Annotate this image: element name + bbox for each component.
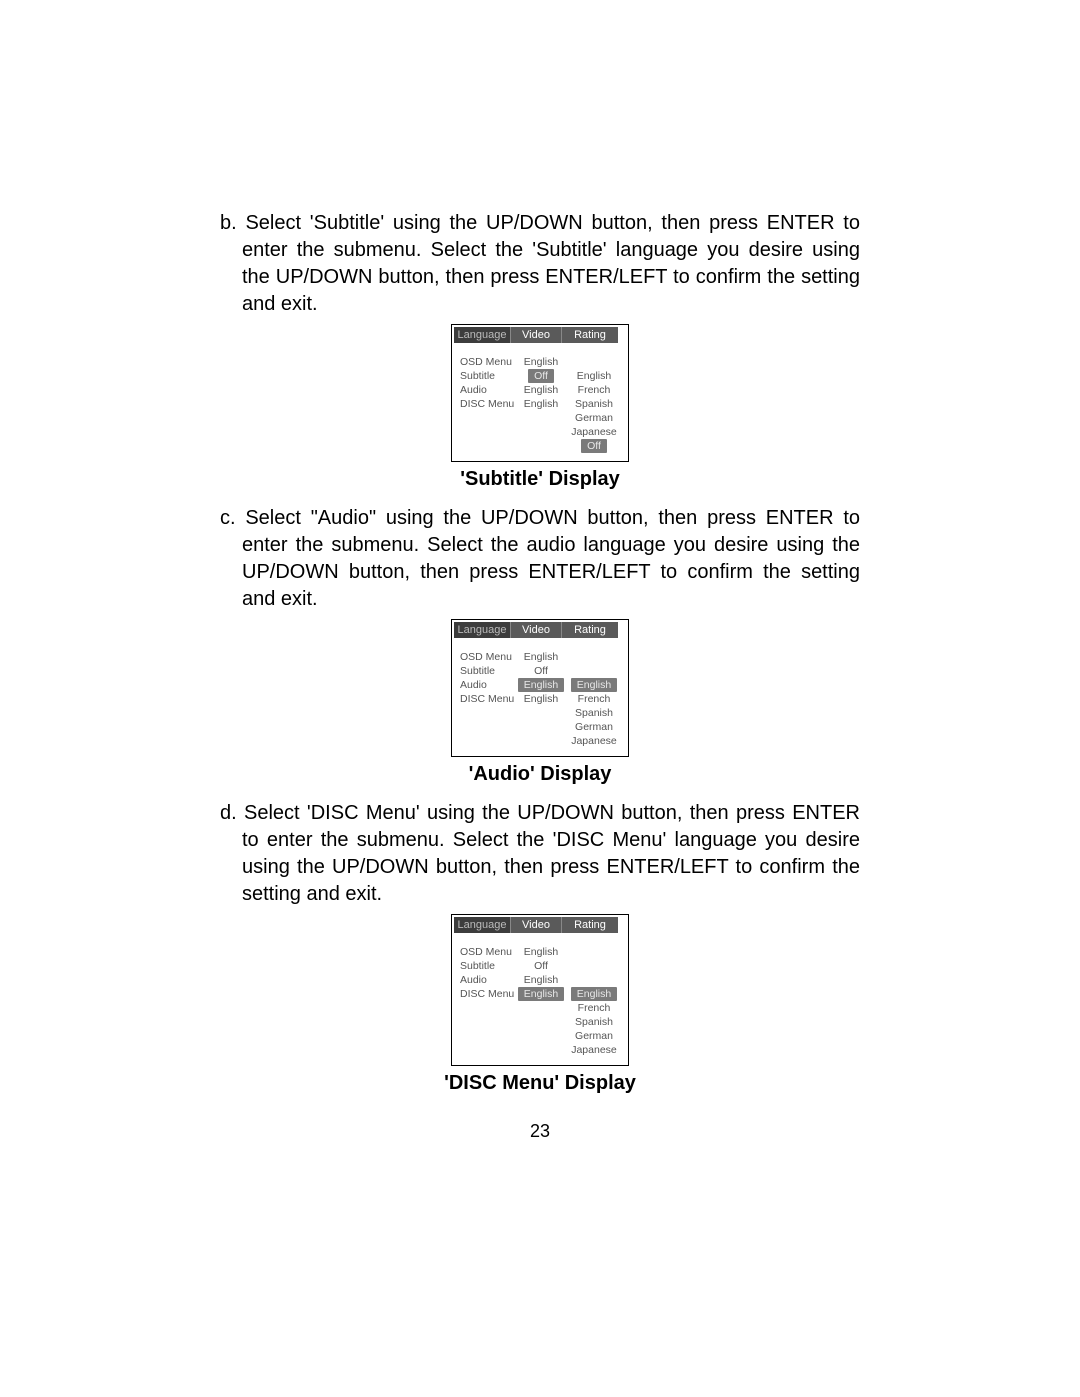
label-osd-menu: OSD Menu	[460, 945, 516, 959]
tab-language: Language	[454, 327, 511, 343]
opt-spanish: Spanish	[566, 397, 622, 411]
subtitle-osd-figure: Language Video Rating OSD Menu Subtitle …	[220, 324, 860, 462]
val-audio: English	[516, 973, 566, 987]
opt-japanese: Japanese	[566, 425, 622, 439]
audio-osd: Language Video Rating OSD Menu Subtitle …	[451, 619, 629, 757]
tab-video: Video	[511, 917, 562, 933]
subtitle-labels: OSD Menu Subtitle Audio DISC Menu	[460, 355, 516, 453]
opt-japanese: Japanese	[566, 734, 622, 748]
subtitle-options: English French Spanish German Japanese O…	[566, 355, 622, 453]
caption-audio: 'Audio' Display	[220, 763, 860, 786]
opt-french: French	[566, 1001, 622, 1015]
tab-rating: Rating	[562, 327, 618, 343]
tab-language: Language	[454, 622, 511, 638]
opt-german: German	[566, 720, 622, 734]
tab-video: Video	[511, 622, 562, 638]
opt-german: German	[566, 411, 622, 425]
val-audio: English	[516, 678, 566, 692]
disc-labels: OSD Menu Subtitle Audio DISC Menu	[460, 945, 516, 1057]
paragraph-d: d. Select 'DISC Menu' using the UP/DOWN …	[220, 800, 860, 908]
val-disc-menu: English	[516, 397, 566, 411]
label-disc-menu: DISC Menu	[460, 692, 516, 706]
subtitle-values: English Off English English	[516, 355, 566, 453]
label-osd-menu: OSD Menu	[460, 650, 516, 664]
val-disc-menu: English	[516, 987, 566, 1001]
opt-japanese: Japanese	[566, 1043, 622, 1057]
opt-french: French	[566, 692, 622, 706]
paragraph-c: c. Select "Audio" using the UP/DOWN butt…	[220, 505, 860, 613]
val-subtitle: Off	[516, 369, 566, 383]
label-audio: Audio	[460, 678, 516, 692]
label-subtitle: Subtitle	[460, 369, 516, 383]
audio-labels: OSD Menu Subtitle Audio DISC Menu	[460, 650, 516, 748]
label-audio: Audio	[460, 383, 516, 397]
val-subtitle: Off	[516, 959, 566, 973]
opt-spanish: Spanish	[566, 706, 622, 720]
label-disc-menu: DISC Menu	[460, 397, 516, 411]
opt-english: English	[566, 369, 622, 383]
val-osd-menu: English	[516, 355, 566, 369]
label-subtitle: Subtitle	[460, 959, 516, 973]
audio-values: English Off English English	[516, 650, 566, 748]
val-audio: English	[516, 383, 566, 397]
opt-english: English	[566, 678, 622, 692]
page-number: 23	[0, 1121, 1080, 1142]
val-osd-menu: English	[516, 945, 566, 959]
subtitle-osd: Language Video Rating OSD Menu Subtitle …	[451, 324, 629, 462]
label-osd-menu: OSD Menu	[460, 355, 516, 369]
label-disc-menu: DISC Menu	[460, 987, 516, 1001]
audio-osd-figure: Language Video Rating OSD Menu Subtitle …	[220, 619, 860, 757]
tab-language: Language	[454, 917, 511, 933]
val-subtitle: Off	[516, 664, 566, 678]
opt-off: Off	[566, 439, 622, 453]
disc-values: English Off English English	[516, 945, 566, 1057]
opt-french: French	[566, 383, 622, 397]
tab-rating: Rating	[562, 622, 618, 638]
opt-spanish: Spanish	[566, 1015, 622, 1029]
val-osd-menu: English	[516, 650, 566, 664]
tab-video: Video	[511, 327, 562, 343]
opt-german: German	[566, 1029, 622, 1043]
manual-page: b. Select 'Subtitle' using the UP/DOWN b…	[0, 0, 1080, 1397]
paragraph-b: b. Select 'Subtitle' using the UP/DOWN b…	[220, 210, 860, 318]
caption-subtitle: 'Subtitle' Display	[220, 468, 860, 491]
label-subtitle: Subtitle	[460, 664, 516, 678]
val-disc-menu: English	[516, 692, 566, 706]
disc-osd-figure: Language Video Rating OSD Menu Subtitle …	[220, 914, 860, 1066]
caption-disc: 'DISC Menu' Display	[220, 1072, 860, 1095]
label-audio: Audio	[460, 973, 516, 987]
opt-english: English	[566, 987, 622, 1001]
tab-rating: Rating	[562, 917, 618, 933]
disc-options: English French Spanish German Japanese	[566, 945, 622, 1057]
disc-osd: Language Video Rating OSD Menu Subtitle …	[451, 914, 629, 1066]
audio-options: English French Spanish German Japanese	[566, 650, 622, 748]
